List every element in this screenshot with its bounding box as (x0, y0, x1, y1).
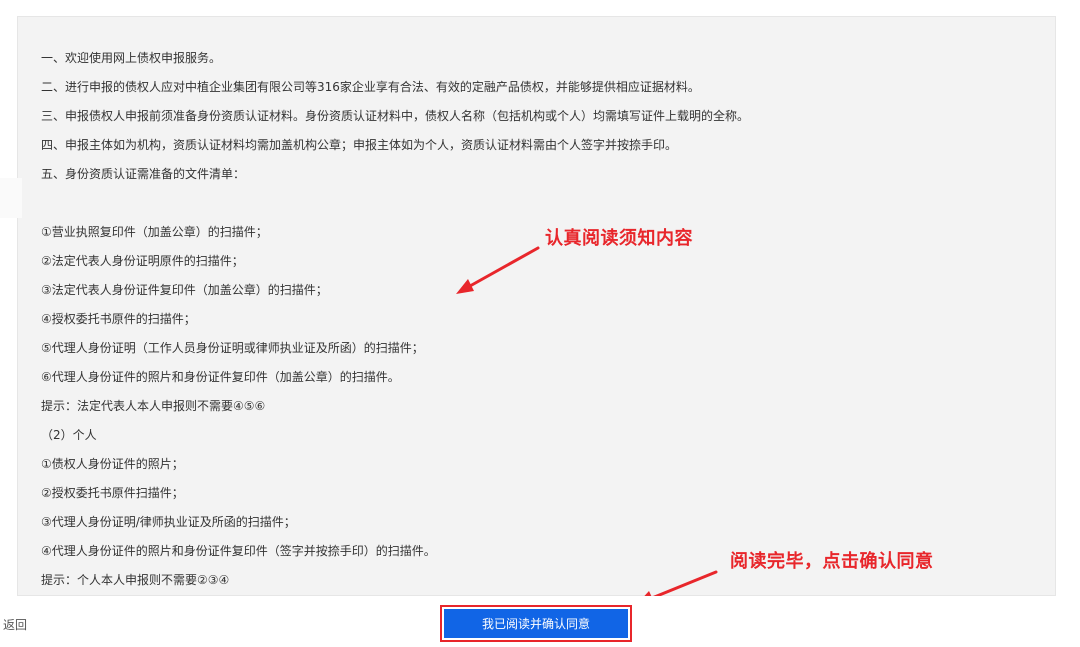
arrow-to-notice-icon (456, 246, 540, 294)
back-link[interactable]: 返回 (3, 616, 27, 633)
confirm-highlight: 我已阅读并确认同意 (440, 605, 632, 642)
annotation-arrows (456, 246, 718, 604)
confirm-agree-button[interactable]: 我已阅读并确认同意 (444, 609, 628, 638)
